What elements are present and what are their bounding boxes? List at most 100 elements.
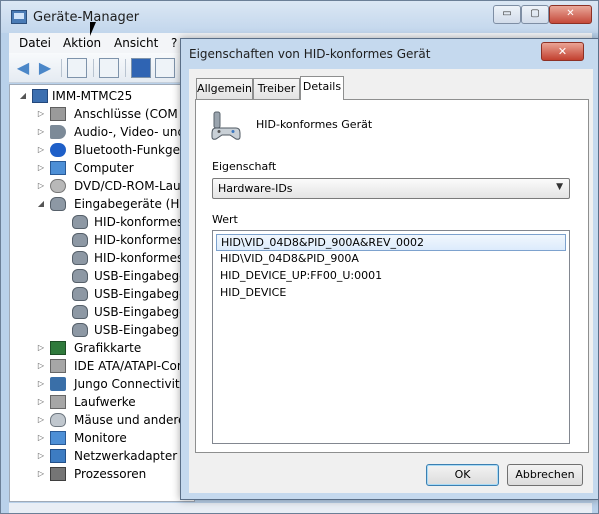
usb-icon: [50, 377, 66, 391]
dialog-close-button[interactable]: ✕: [541, 42, 584, 61]
tree-item-label: Monitore: [74, 431, 127, 445]
computer-icon: [32, 89, 48, 103]
gamepad-icon: [72, 287, 88, 301]
network-icon: [50, 449, 66, 463]
expand-arrow-icon[interactable]: ▷: [36, 465, 46, 483]
collapse-arrow-icon[interactable]: ◢: [36, 195, 46, 213]
menu-help[interactable]: ?: [171, 36, 177, 50]
properties-icon[interactable]: [99, 58, 119, 78]
tree-child-usb-3[interactable]: USB-Eingabegerä: [10, 303, 194, 321]
disk-drive-icon: [50, 395, 66, 409]
tree-root-label: IMM-MTMC25: [52, 89, 133, 103]
port-icon: [50, 107, 66, 121]
tree-item-label: Mäuse und andere Z: [74, 413, 195, 427]
expand-arrow-icon[interactable]: ▷: [36, 159, 46, 177]
ok-button[interactable]: OK: [426, 464, 499, 486]
tree-item-label: Computer: [74, 161, 134, 175]
dialog-body: Allgemein Treiber Details HID-konformes …: [189, 69, 593, 493]
gamepad-icon: [72, 269, 88, 283]
expand-arrow-icon[interactable]: ▷: [36, 177, 46, 195]
expand-arrow-icon[interactable]: ▷: [36, 447, 46, 465]
expand-arrow-icon[interactable]: ▷: [36, 339, 46, 357]
tree-child-usb-2[interactable]: USB-Eingabegerä: [10, 285, 194, 303]
tree-item-label: Grafikkarte: [74, 341, 142, 355]
value-list-item[interactable]: HID\VID_04D8&PID_900A&REV_0002: [216, 234, 566, 251]
property-dropdown[interactable]: Hardware-IDs ▼: [212, 178, 570, 199]
toolbar-separator: [93, 59, 94, 77]
tree-item-monitore[interactable]: ▷ Monitore: [10, 429, 194, 447]
maximize-button[interactable]: ▢: [521, 5, 549, 24]
mouse-icon: [50, 413, 66, 427]
back-arrow-icon[interactable]: ◀: [13, 58, 33, 78]
tree-item-anschluesse[interactable]: ▷ Anschlüsse (COM &: [10, 105, 194, 123]
menu-datei[interactable]: Datei: [19, 36, 51, 50]
dialog-titlebar[interactable]: Eigenschaften von HID-konformes Gerät ✕: [181, 39, 598, 69]
expand-arrow-icon[interactable]: ▷: [36, 357, 46, 375]
expand-arrow-icon[interactable]: ▷: [36, 105, 46, 123]
tree-child-hid-2[interactable]: HID-konformes G: [10, 231, 194, 249]
tree-item-dvd[interactable]: ▷ DVD/CD-ROM-Laufw: [10, 177, 195, 195]
cancel-button[interactable]: Abbrechen: [507, 464, 583, 486]
expand-arrow-icon[interactable]: ▷: [36, 429, 46, 447]
property-label: Eigenschaft: [212, 160, 277, 173]
mouse-cursor-icon: [90, 22, 96, 36]
value-list[interactable]: HID\VID_04D8&PID_900A&REV_0002 HID\VID_0…: [212, 230, 570, 444]
bluetooth-icon: [50, 143, 66, 157]
gpu-icon: [50, 341, 66, 355]
tree-child-usb-4[interactable]: USB-Eingabegerä: [10, 321, 194, 339]
forward-arrow-icon[interactable]: ▶: [35, 58, 55, 78]
expand-arrow-icon[interactable]: ▷: [36, 375, 46, 393]
expand-arrow-icon[interactable]: ▷: [36, 393, 46, 411]
device-name: HID-konformes Gerät: [256, 118, 373, 131]
tree-item-netzwerk[interactable]: ▷ Netzwerkadapter: [10, 447, 194, 465]
minimize-button[interactable]: ▭: [493, 5, 521, 24]
value-list-item[interactable]: HID\VID_04D8&PID_900A: [216, 251, 566, 268]
tree-child-hid-3[interactable]: HID-konformes G: [10, 249, 194, 267]
tree-item-grafikkarte[interactable]: ▷ Grafikkarte: [10, 339, 194, 357]
gamepad-icon: [50, 197, 66, 211]
tree-item-label: Anschlüsse (COM &: [74, 107, 191, 121]
tree-item-ide[interactable]: ▷ IDE ATA/ATAPI-Con: [10, 357, 194, 375]
tree-item-bluetooth[interactable]: ▷ Bluetooth-Funkgerät: [10, 141, 194, 159]
monitor-icon: [50, 431, 66, 445]
value-label: Wert: [212, 213, 238, 226]
ide-icon: [50, 359, 66, 373]
tree-item-prozessoren[interactable]: ▷ Prozessoren: [10, 465, 194, 483]
value-list-item[interactable]: HID_DEVICE: [216, 285, 566, 302]
collapse-arrow-icon[interactable]: ◢: [18, 87, 28, 105]
main-window-title: Geräte-Manager: [33, 10, 140, 25]
help-icon[interactable]: [131, 58, 151, 78]
tree-item-maeuse[interactable]: ▷ Mäuse und andere Z: [10, 411, 195, 429]
menu-aktion[interactable]: Aktion: [63, 36, 101, 50]
tree-root[interactable]: ◢ IMM-MTMC25: [10, 87, 194, 105]
value-list-item[interactable]: HID_DEVICE_UP:FF00_U:0001: [216, 268, 566, 285]
tree-item-eingabegeraete[interactable]: ◢ Eingabegeräte (Hum: [10, 195, 194, 213]
expand-arrow-icon[interactable]: ▷: [36, 411, 46, 429]
tree-child-usb-1[interactable]: USB-Eingabegerä: [10, 267, 194, 285]
tree-item-label: Jungo Connectivity: [74, 377, 187, 391]
tree-item-computer[interactable]: ▷ Computer: [10, 159, 194, 177]
menu-ansicht[interactable]: Ansicht: [114, 36, 158, 50]
tree-item-label: Audio-, Video- und: [74, 125, 186, 139]
audio-icon: [50, 125, 66, 139]
expand-arrow-icon[interactable]: ▷: [36, 123, 46, 141]
scan-hardware-icon[interactable]: [155, 58, 175, 78]
tree-item-label: IDE ATA/ATAPI-Con: [74, 359, 185, 373]
close-button[interactable]: ✕: [549, 5, 592, 24]
tab-allgemein[interactable]: Allgemein: [196, 78, 253, 99]
tree-child-hid-1[interactable]: HID-konformes E: [10, 213, 194, 231]
gamepad-icon: [72, 323, 88, 337]
tree-item-label: Netzwerkadapter: [74, 449, 178, 463]
tree-item-label: DVD/CD-ROM-Laufw: [74, 179, 195, 193]
tab-treiber[interactable]: Treiber: [253, 78, 300, 99]
tree-item-jungo[interactable]: ▷ Jungo Connectivity: [10, 375, 194, 393]
tree-item-laufwerke[interactable]: ▷ Laufwerke: [10, 393, 194, 411]
chevron-down-icon: ▼: [556, 182, 563, 192]
status-bar: [9, 503, 592, 513]
device-tree[interactable]: ◢ IMM-MTMC25 ▷ Anschlüsse (COM & ▷ Audio…: [9, 84, 195, 502]
expand-arrow-icon[interactable]: ▷: [36, 141, 46, 159]
dialog-title: Eigenschaften von HID-konformes Gerät: [189, 47, 431, 61]
tab-details[interactable]: Details: [300, 76, 344, 100]
tree-item-audio[interactable]: ▷ Audio-, Video- und: [10, 123, 194, 141]
tree-view-icon[interactable]: [67, 58, 87, 78]
